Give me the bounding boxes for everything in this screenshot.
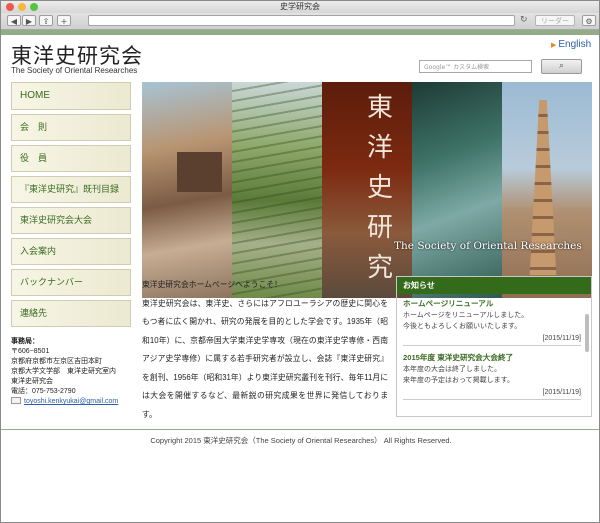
english-link-label[interactable]: English [558, 39, 591, 50]
news-title[interactable]: 2015年度 東洋史研究会大会終了 [403, 352, 581, 364]
site-subtitle: The Society of Oriental Researches [11, 66, 138, 75]
calligraphy-char: 研 [366, 213, 393, 243]
office-contact: 事務局： 〒606−8501 京都府京都市左京区吉田本町 京都大学文学部 東洋史… [11, 337, 133, 407]
office-postal: 〒606−8501 [11, 348, 50, 355]
minimize-window-button[interactable] [18, 3, 26, 11]
browser-window: 史学研究会 ◀ ▶ ⇪ + ↻ リーダー ⚙ 東洋史研究会 The Societ… [0, 0, 600, 523]
browser-toolbar: ◀ ▶ ⇪ + ↻ リーダー ⚙ [1, 13, 599, 30]
hero-photo-terraces [232, 82, 322, 298]
news-item: ホームページリニューアル ホームページをリニューアルしました。 今後ともよろしく… [403, 298, 581, 346]
hero-photo-cliff-temple [142, 82, 232, 298]
zoom-window-button[interactable] [30, 3, 38, 11]
footer-rule [1, 429, 599, 430]
sidebar-item-bylaws[interactable]: 会 則 [11, 114, 131, 141]
news-scrollbar[interactable] [585, 314, 589, 352]
news-title[interactable]: ホームページリニューアル [403, 298, 581, 310]
arrow-right-icon: ▶ [551, 42, 557, 49]
hero-photo-scaffold [412, 82, 502, 298]
calligraphy-char: 史 [366, 173, 393, 203]
sidebar-item-annual-meeting[interactable]: 東洋史研究会大会 [11, 207, 131, 234]
search-icon: ⌕ [558, 61, 565, 71]
intro-body: 東洋史研究会は、東洋史、さらにはアフロユーラシアの歴史に関心をもつ者に広く開かれ… [142, 298, 388, 419]
hero-photo-pagoda [502, 82, 592, 298]
close-window-button[interactable] [6, 3, 14, 11]
hero-banner: 東 洋 史 研 究 The Society of Oriental Resear… [142, 82, 592, 298]
hero-calligraphy-panel: 東 洋 史 研 究 [322, 82, 412, 298]
office-address1: 京都府京都市左京区吉田本町 [11, 358, 102, 365]
share-button[interactable]: ⇪ [39, 15, 53, 26]
search-button[interactable]: ⌕ [541, 59, 582, 74]
settings-gear-icon[interactable]: ⚙ [582, 15, 596, 26]
page-content: 東洋史研究会 The Society of Oriental Researche… [1, 35, 599, 522]
office-org: 東洋史研究会 [11, 378, 53, 385]
sidebar-item-journal-index[interactable]: 『東洋史研究』既刊目録 [11, 176, 131, 203]
reader-button[interactable]: リーダー [535, 15, 575, 26]
title-bar: 史学研究会 [1, 1, 599, 13]
office-email-row: toyoshi.kenkyukai@gmail.com [11, 397, 133, 407]
office-label: 事務局： [11, 338, 39, 345]
footer-copyright: Copyright 2015 東洋史研究会（The Society of Ori… [150, 436, 452, 445]
address-bar[interactable] [88, 15, 515, 26]
hero-caption: The Society of Oriental Researches [394, 240, 582, 252]
sidebar-item-officers[interactable]: 役 員 [11, 145, 131, 172]
forward-button[interactable]: ▶ [22, 15, 36, 26]
english-link[interactable]: ▶ English [551, 39, 591, 50]
sidebar-item-membership[interactable]: 入会案内 [11, 238, 131, 265]
mail-icon [11, 397, 21, 404]
news-item: 2015年度 東洋史研究会大会終了 本年度の大会は終了しました。 来年度の予定は… [403, 352, 581, 400]
window-title: 史学研究会 [280, 2, 320, 11]
office-email-link[interactable]: toyoshi.kenkyukai@gmail.com [24, 398, 118, 405]
news-date: [2015/11/19] [403, 333, 581, 346]
new-tab-button[interactable]: + [57, 15, 71, 26]
news-line: 本年度の大会は終了しました。 [403, 365, 501, 373]
sidebar-item-home[interactable]: HOME [11, 82, 131, 110]
news-list: ホームページリニューアル ホームページをリニューアルしました。 今後ともよろしく… [397, 294, 591, 400]
calligraphy-char: 洋 [366, 133, 393, 163]
sidebar-item-back-numbers[interactable]: バックナンバー [11, 269, 131, 296]
news-line: 来年度の予定はおって掲載します。 [403, 377, 514, 384]
news-line: 今後ともよろしくお願いいたします。 [403, 323, 522, 330]
office-phone: 電話：075-753-2790 [11, 388, 76, 395]
calligraphy-text: 東 洋 史 研 究 [366, 88, 394, 288]
office-address2: 京都大学文学部 東洋史研究室内 [11, 368, 116, 375]
back-button[interactable]: ◀ [7, 15, 21, 26]
sidebar-item-contact[interactable]: 連絡先 [11, 300, 131, 327]
news-heading: お知らせ [397, 277, 591, 294]
sidebar-nav: HOME 会 則 役 員 『東洋史研究』既刊目録 東洋史研究会大会 入会案内 バ… [11, 82, 131, 331]
news-box: お知らせ ホームページリニューアル ホームページをリニューアルしました。 今後と… [396, 276, 592, 417]
terrace-lines [232, 82, 322, 298]
temple-shape [177, 152, 222, 192]
intro-greeting: 東洋史研究会ホームページへようこそ！ [142, 280, 282, 289]
search-input[interactable]: Google™ カスタム検索 [419, 60, 532, 73]
calligraphy-char: 東 [366, 93, 393, 123]
reload-icon[interactable]: ↻ [520, 15, 528, 26]
intro-text: 東洋史研究会ホームページへようこそ！ 東洋史研究会は、東洋史、さらにはアフロユー… [142, 276, 388, 424]
news-date: [2015/11/19] [403, 387, 581, 400]
news-line: ホームページをリニューアルしました。 [403, 311, 529, 319]
